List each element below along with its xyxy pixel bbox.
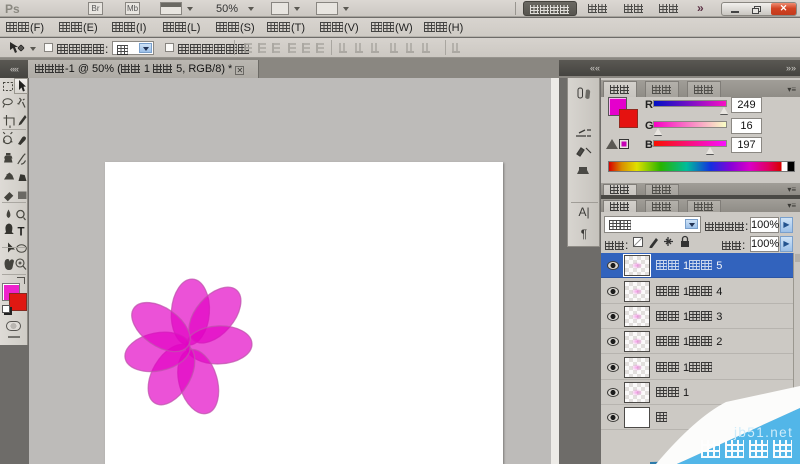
svg-text:jb51.net: jb51.net xyxy=(733,425,793,440)
svg-text:T: T xyxy=(18,227,25,239)
